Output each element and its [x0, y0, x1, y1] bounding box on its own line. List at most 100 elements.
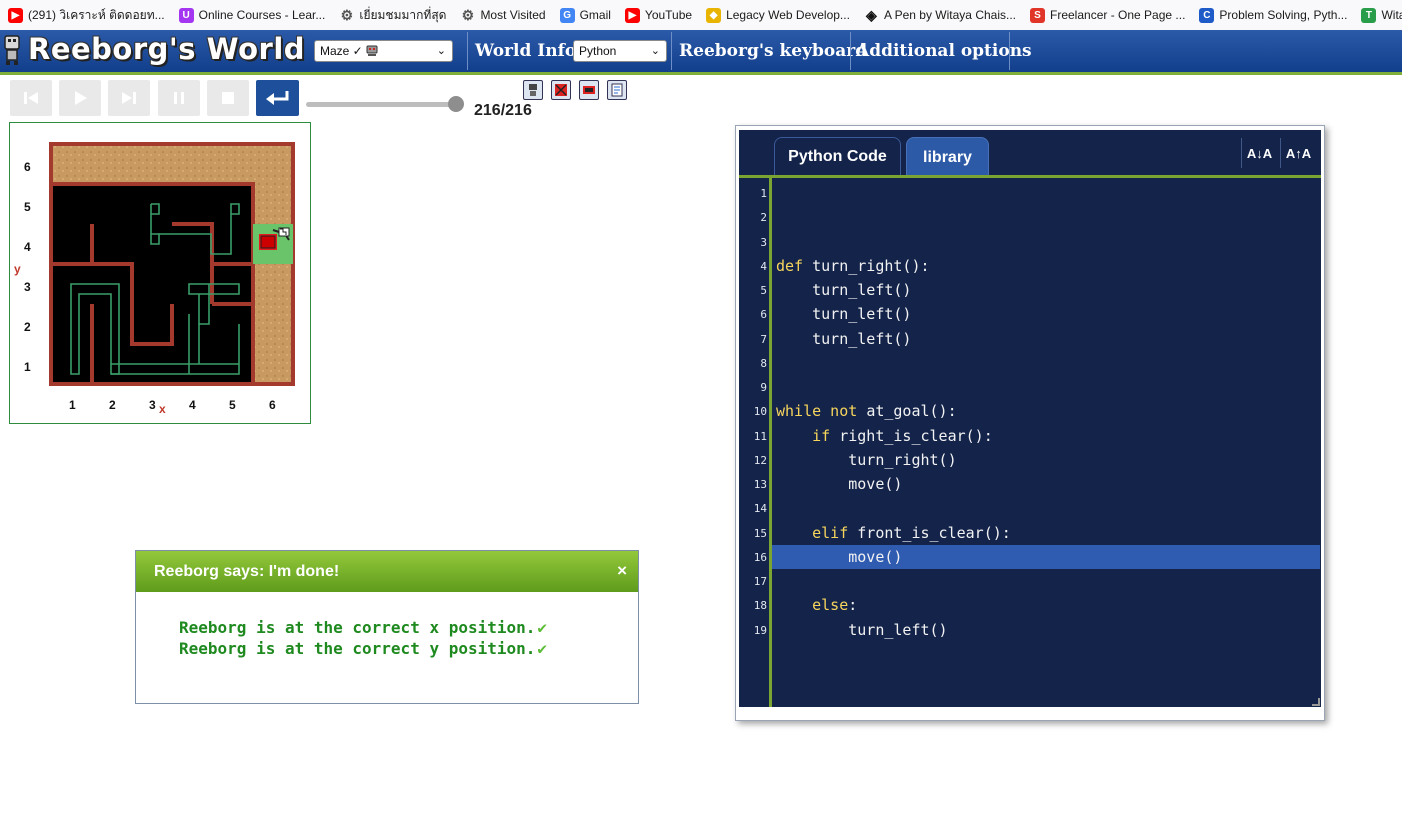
speed-slider-track[interactable] — [306, 102, 458, 107]
x-tick-label: 2 — [109, 398, 116, 412]
bookmark-label: Most Visited — [480, 8, 546, 22]
line-number: 9 — [760, 381, 767, 394]
t-icon: T — [1361, 7, 1377, 23]
code-line: move() — [776, 548, 902, 566]
tab-library[interactable]: library — [906, 137, 989, 178]
stop-icon — [222, 92, 234, 104]
reload-button[interactable] — [256, 80, 299, 116]
gear-icon: ⚙ — [340, 6, 354, 23]
chevron-down-icon: ⌄ — [436, 45, 446, 57]
world-edit-button[interactable] — [551, 80, 571, 100]
step-button[interactable] — [108, 80, 150, 116]
google-icon: G — [559, 7, 575, 23]
reverse-step-button[interactable] — [10, 80, 52, 116]
x-tick-label: 6 — [269, 398, 276, 412]
bookmark-item[interactable]: ⚙ Most Visited — [460, 7, 546, 23]
bookmark-item[interactable]: ◈ A Pen by Witaya Chais... — [864, 6, 1016, 23]
fcc-icon: ◆ — [706, 7, 722, 23]
stop-button[interactable] — [207, 80, 249, 116]
bookmark-item[interactable]: C Problem Solving, Pyth... — [1199, 7, 1348, 23]
maze-world[interactable] — [49, 142, 299, 392]
robot-icon — [529, 84, 537, 96]
bookmark-label: Freelancer - One Page ... — [1050, 8, 1186, 22]
divider — [1009, 32, 1010, 70]
resize-handle[interactable] — [1312, 698, 1320, 706]
youtube-icon: ▶ — [8, 7, 23, 23]
bookmark-label: Legacy Web Develop... — [726, 8, 850, 22]
code-text: turn_right() — [776, 450, 957, 469]
pause-button[interactable] — [158, 80, 200, 116]
bookmark-label: เยี่ยมชมมากที่สุด — [359, 7, 447, 22]
goal-view-button[interactable] — [579, 80, 599, 100]
speed-slider-thumb[interactable] — [448, 96, 464, 112]
dialog-message-text: Reeborg is at the correct x position. — [179, 618, 536, 637]
dialog-title: Reeborg says: I'm done! — [154, 562, 340, 580]
bookmark-item[interactable]: ⚙ เยี่ยมชมมากที่สุด — [339, 6, 447, 25]
reeborg-logo-icon — [4, 35, 20, 65]
bookmark-item[interactable]: G Gmail — [559, 7, 611, 23]
tab-python-code[interactable]: Python Code — [774, 137, 901, 178]
bookmarks-bar: ▶ (291) วิเคราะห์ ติดดอยท... U Online Cours… — [0, 0, 1402, 30]
flag-icon — [555, 84, 567, 96]
language-select[interactable]: Python ⌄ — [573, 40, 667, 62]
close-icon[interactable]: × — [617, 561, 627, 581]
line-number: 1 — [760, 187, 767, 200]
play-icon — [75, 91, 87, 105]
code-text: right_is_clear(): — [839, 426, 993, 445]
line-number: 13 — [753, 478, 767, 491]
bookmark-item[interactable]: U Online Courses - Lear... — [178, 7, 325, 23]
dialog-header: Reeborg says: I'm done! × — [136, 551, 638, 592]
bookmark-item[interactable]: ◆ Legacy Web Develop... — [706, 7, 850, 23]
x-axis-label: x — [159, 402, 166, 416]
line-number: 10 — [753, 405, 767, 419]
skip-forward-icon — [122, 92, 136, 104]
line-number-gutter: 1 2 3 4 5 6 7 8 9 10 11 12 13 14 15 16 17 18 19 — [739, 178, 772, 707]
code-text: turn_left() — [776, 305, 912, 324]
robot-view-button[interactable] — [523, 80, 543, 100]
increase-font-button[interactable]: A↑A — [1280, 138, 1316, 168]
app-header: Reeborg's World Maze ✓ ⌄ World Info Pyth… — [0, 30, 1402, 75]
world-select[interactable]: Maze ✓ ⌄ — [314, 40, 453, 62]
decrease-font-button[interactable]: A↓A — [1241, 138, 1277, 168]
run-button[interactable] — [59, 80, 101, 116]
x-tick-label: 4 — [189, 398, 196, 412]
code-line: turn_left() — [776, 330, 911, 348]
code-text: at_goal(): — [866, 402, 957, 421]
bookmark-item[interactable]: ▶ (291) วิเคราะห์ ติดดอยท... — [8, 6, 165, 25]
y-tick-label: 3 — [24, 280, 31, 294]
bookmark-label: (291) วิเคราะห์ ติดดอยท... — [28, 7, 165, 22]
app-title[interactable]: Reeborg's World — [28, 32, 305, 66]
world-info-menu[interactable]: World Info — [469, 30, 582, 72]
notes-button[interactable] — [607, 80, 627, 100]
code-text: move() — [776, 547, 903, 566]
code-area[interactable]: def turn_right(): turn_left() turn_left(… — [772, 178, 1321, 707]
enter-return-icon — [265, 91, 288, 105]
reeborg-keyboard-menu[interactable]: Reeborg's keyboard — [673, 30, 873, 72]
line-number: 8 — [760, 356, 767, 370]
udemy-icon: U — [178, 7, 194, 23]
line-number: 16 — [753, 550, 767, 564]
bookmark-label: Problem Solving, Pyth... — [1219, 8, 1348, 22]
code-keyword: while not — [776, 402, 858, 421]
line-number: 14 — [753, 502, 767, 516]
checkmark-icon: ✔ — [537, 618, 548, 637]
reeborg-done-dialog: Reeborg says: I'm done! × Reeborg is at … — [135, 550, 639, 704]
y-tick-label: 6 — [24, 160, 31, 174]
bookmark-item[interactable]: ▶ YouTube — [624, 7, 692, 23]
codepen-icon: ◈ — [866, 6, 877, 23]
code-text: front_is_clear(): — [857, 523, 1011, 542]
code-editor-window: Python Code library A↓A A↑A 1 2 3 4 5 6 7 8 9 10 1… — [735, 125, 1325, 721]
bookmark-label: Witaya_Cha — [1381, 8, 1402, 22]
dialog-message-x: Reeborg is at the correct x position. ✔ — [179, 618, 547, 637]
line-number: 19 — [753, 623, 767, 637]
y-tick-label: 4 — [24, 240, 31, 254]
bookmark-item[interactable]: T Witaya_Cha — [1361, 7, 1402, 23]
language-select-value: Python — [579, 44, 617, 58]
bookmark-item[interactable]: S Freelancer - One Page ... — [1030, 7, 1186, 23]
line-number: 3 — [760, 235, 767, 249]
s-icon: S — [1030, 7, 1045, 23]
x-tick-label: 5 — [229, 398, 236, 412]
dialog-message-y: Reeborg is at the correct y position. ✔ — [179, 639, 547, 658]
y-tick-label: 5 — [24, 200, 31, 214]
c-icon: C — [1199, 7, 1215, 23]
